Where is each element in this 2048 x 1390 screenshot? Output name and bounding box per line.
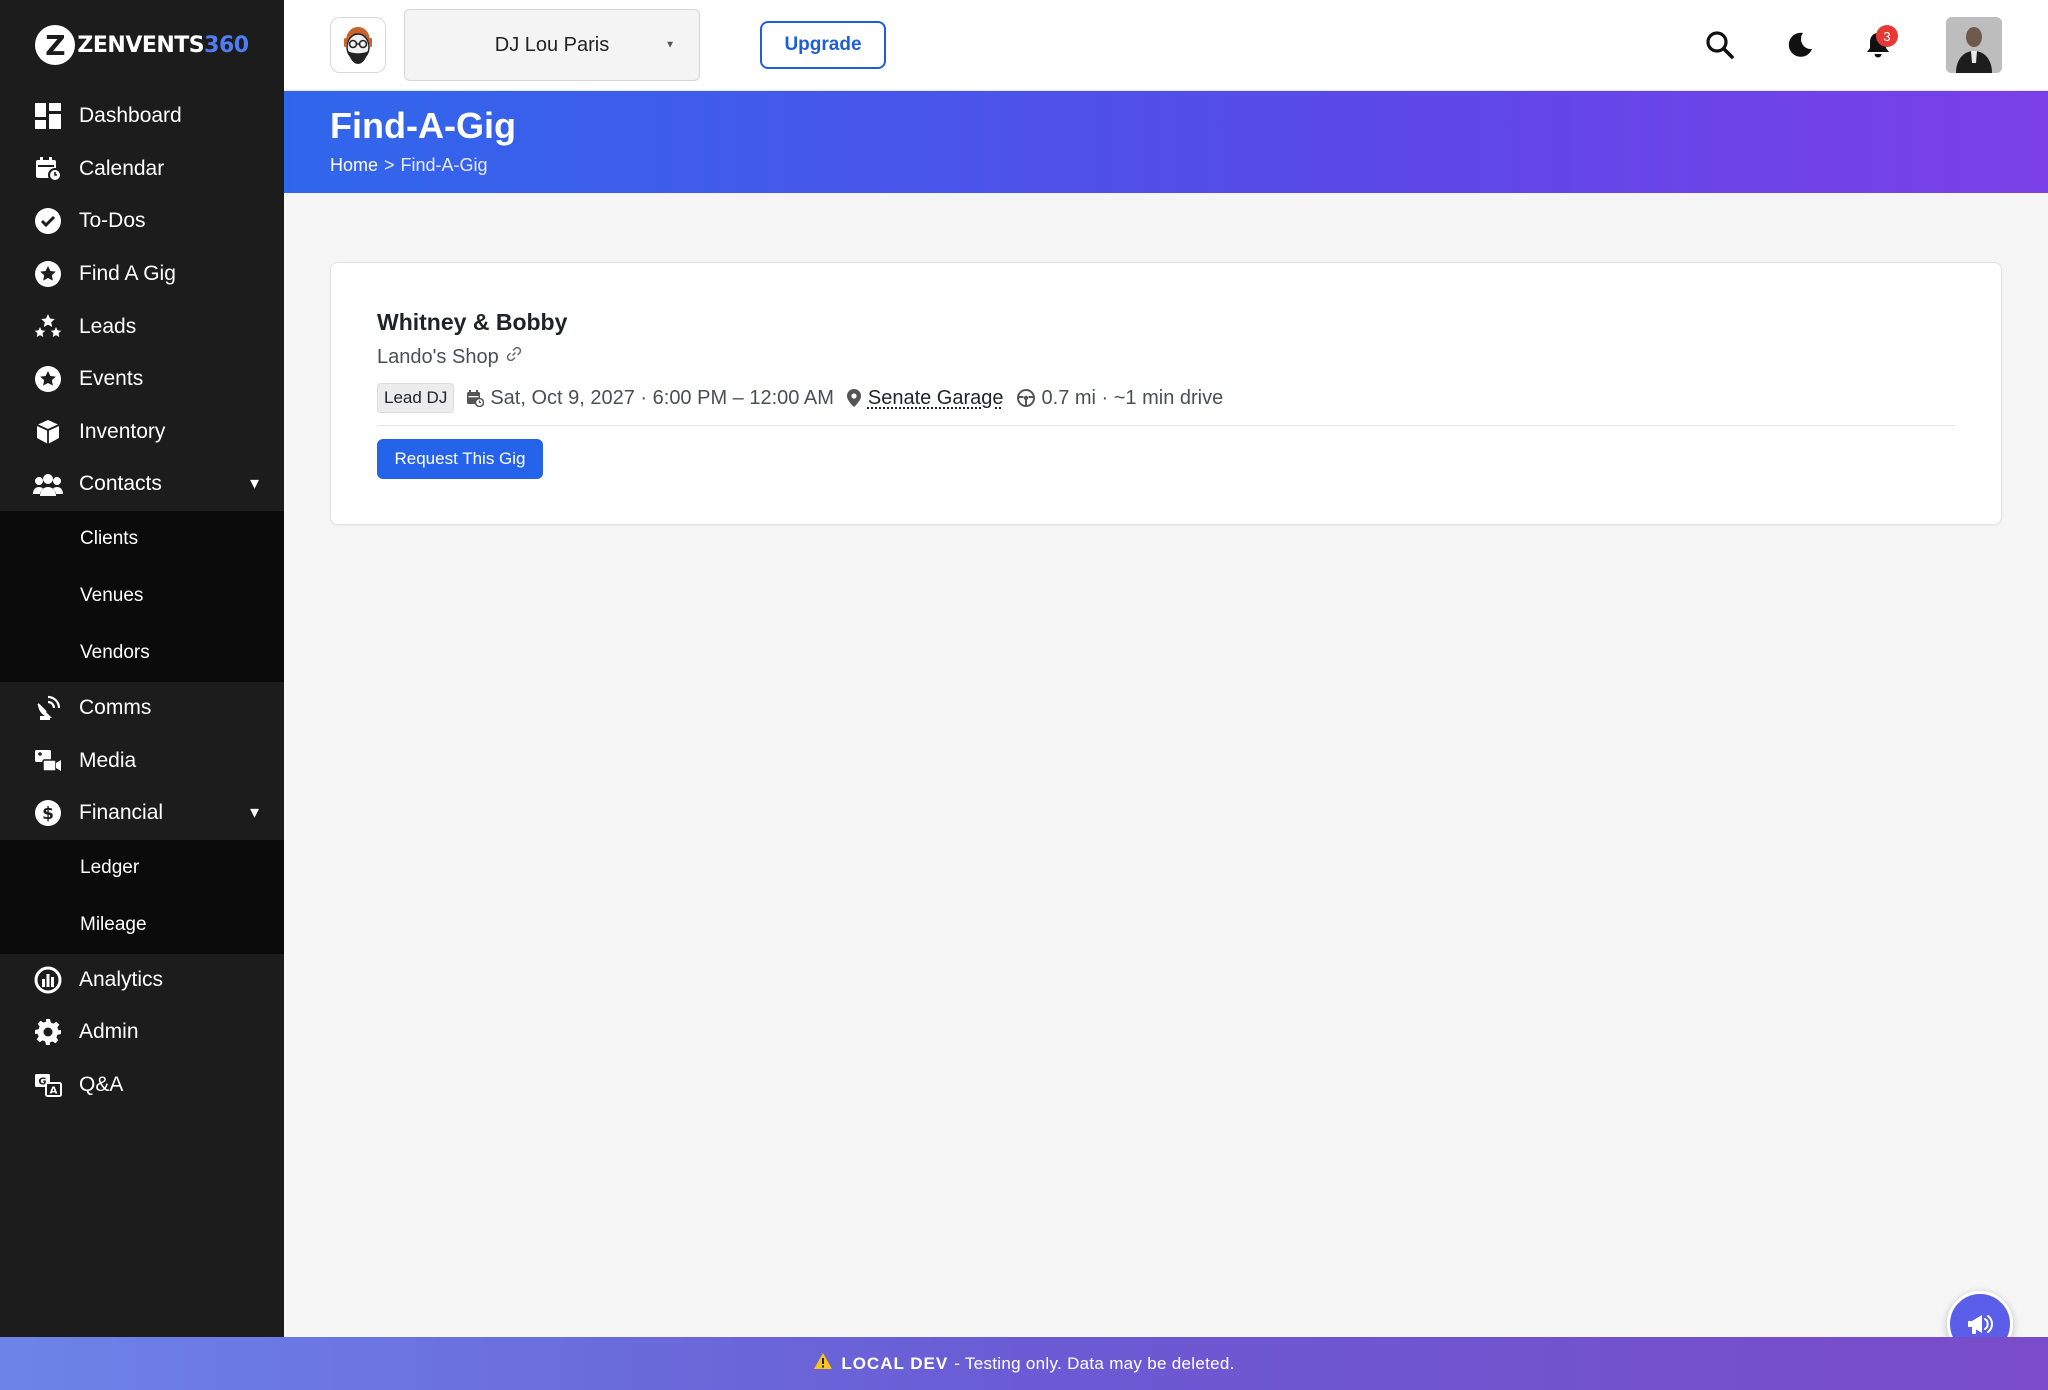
sidebar-item-label: Financial: [79, 801, 164, 825]
page-title: Find-A-Gig: [330, 105, 516, 146]
venue-link[interactable]: Senate Garage: [868, 387, 1004, 410]
star-circle-icon: [32, 258, 64, 290]
megaphone-icon: [1968, 1315, 1993, 1334]
user-photo-icon: [1946, 17, 2002, 73]
sidebar-item-comms[interactable]: Comms: [0, 682, 284, 735]
sidebar: Z ZENVENTS360 Dashboard Calendar To-Dos …: [0, 0, 284, 1337]
search-icon: [1706, 31, 1734, 59]
financial-submenu: Ledger Mileage: [0, 839, 284, 954]
sidebar-subitem-vendors[interactable]: Vendors: [0, 625, 284, 682]
caret-down-icon: ▼: [665, 39, 675, 51]
sidebar-item-admin[interactable]: Admin: [0, 1006, 284, 1059]
sidebar-item-label: Calendar: [79, 156, 165, 180]
svg-text:$: $: [42, 804, 54, 824]
dark-mode-toggle[interactable]: [1777, 23, 1821, 67]
account-select[interactable]: DJ Lou Paris ▼: [404, 9, 700, 81]
sidebar-item-inventory[interactable]: Inventory: [0, 406, 284, 459]
check-circle-icon: [32, 205, 64, 237]
dashboard-icon: [32, 100, 64, 132]
dev-environment-banner: LOCAL DEV - Testing only. Data may be de…: [0, 1337, 2048, 1390]
sidebar-item-label: Contacts: [79, 472, 162, 496]
sidebar-item-label: Leads: [79, 314, 137, 338]
notifications-button[interactable]: 3: [1856, 23, 1900, 67]
sidebar-subitem-mileage[interactable]: Mileage: [0, 897, 284, 954]
users-icon: [32, 468, 64, 500]
moon-icon: [1788, 32, 1812, 57]
sidebar-item-analytics[interactable]: Analytics: [0, 954, 284, 1007]
breadcrumb-home-link[interactable]: Home: [330, 155, 378, 175]
sidebar-item-qa[interactable]: GA Q&A: [0, 1059, 284, 1112]
topbar: DJ Lou Paris ▼ Upgrade 3: [284, 0, 2048, 91]
gig-card: Whitney & Bobby Lando's Shop Lead DJ Sat…: [330, 262, 2002, 525]
sidebar-subitem-venues[interactable]: Venues: [0, 568, 284, 625]
stars-icon: [32, 311, 64, 343]
search-button[interactable]: [1698, 23, 1742, 67]
sidebar-item-label: Q&A: [79, 1073, 124, 1097]
page-header: Find-A-Gig Home > Find-A-Gig: [284, 91, 2048, 193]
sidebar-item-leads[interactable]: Leads: [0, 300, 284, 353]
sidebar-item-financial[interactable]: $ Financial ▼: [0, 787, 284, 840]
breadcrumb: Home > Find-A-Gig: [330, 155, 488, 176]
calendar-clock-icon: [466, 389, 485, 407]
photo-video-icon: [32, 745, 64, 777]
dollar-circle-icon: $: [32, 797, 64, 829]
sidebar-item-media[interactable]: Media: [0, 734, 284, 787]
user-avatar[interactable]: [1946, 17, 2002, 73]
sidebar-item-events[interactable]: Events: [0, 353, 284, 406]
sidebar-item-label: Comms: [79, 696, 152, 720]
sidebar-item-find-a-gig[interactable]: Find A Gig: [0, 248, 284, 301]
chevron-down-icon[interactable]: ▼: [247, 805, 262, 822]
sidebar-item-label: Find A Gig: [79, 262, 176, 286]
card-divider: [377, 425, 1955, 426]
sidebar-item-calendar[interactable]: Calendar: [0, 143, 284, 196]
sidebar-item-todos[interactable]: To-Dos: [0, 195, 284, 248]
sidebar-item-label: Dashboard: [79, 104, 182, 128]
role-chip: Lead DJ: [377, 383, 455, 413]
gig-title: Whitney & Bobby: [377, 309, 568, 335]
sidebar-subitem-ledger[interactable]: Ledger: [0, 840, 284, 897]
notification-count-badge: 3: [1876, 25, 1898, 47]
breadcrumb-current: Find-A-Gig: [400, 155, 488, 175]
warning-icon: [813, 1352, 833, 1375]
dj-caricature-icon: [344, 27, 372, 64]
chevron-down-icon[interactable]: ▼: [247, 476, 262, 493]
account-name: DJ Lou Paris: [494, 33, 610, 56]
link-icon[interactable]: [505, 345, 523, 369]
box-icon: [32, 416, 64, 448]
sidebar-item-dashboard[interactable]: Dashboard: [0, 90, 284, 143]
steering-wheel-icon: [1016, 388, 1036, 408]
map-pin-icon: [846, 388, 862, 408]
satellite-dish-icon: [32, 692, 64, 724]
banner-message: - Testing only. Data may be deleted.: [954, 1353, 1235, 1373]
gig-distance: 0.7 mi · ~1 min drive: [1041, 386, 1224, 409]
svg-text:A: A: [50, 1086, 58, 1097]
contacts-submenu: Clients Venues Vendors: [0, 510, 284, 682]
gear-icon: [32, 1016, 64, 1048]
language-icon: GA: [32, 1069, 64, 1101]
venue-group-name: Lando's Shop: [377, 345, 499, 368]
sidebar-subitem-clients[interactable]: Clients: [0, 511, 284, 568]
sidebar-item-label: Media: [79, 748, 137, 772]
banner-label: LOCAL DEV: [841, 1353, 949, 1373]
star-circle-icon: [32, 363, 64, 395]
gig-datetime: Sat, Oct 9, 2027 · 6:00 PM – 12:00 AM: [490, 386, 834, 409]
sidebar-item-label: To-Dos: [79, 209, 146, 233]
logo-mark-icon: Z: [35, 25, 76, 65]
sidebar-item-label: Inventory: [79, 419, 166, 443]
calendar-icon: [32, 153, 64, 185]
upgrade-button[interactable]: Upgrade: [760, 21, 886, 69]
app-logo[interactable]: Z ZENVENTS360: [0, 0, 284, 90]
gig-venue-group: Lando's Shop: [377, 345, 523, 369]
logo-text: ZENVENTS360: [77, 32, 249, 58]
sidebar-item-contacts[interactable]: Contacts ▼: [0, 458, 284, 511]
chart-circle-icon: [32, 964, 64, 996]
breadcrumb-separator: >: [384, 155, 395, 175]
business-avatar[interactable]: [330, 17, 386, 73]
sidebar-item-label: Events: [79, 367, 144, 391]
sidebar-item-label: Admin: [79, 1020, 139, 1044]
gig-meta: Lead DJ Sat, Oct 9, 2027 · 6:00 PM – 12:…: [377, 383, 1223, 413]
request-gig-button[interactable]: Request This Gig: [377, 439, 543, 479]
sidebar-item-label: Analytics: [79, 967, 164, 991]
